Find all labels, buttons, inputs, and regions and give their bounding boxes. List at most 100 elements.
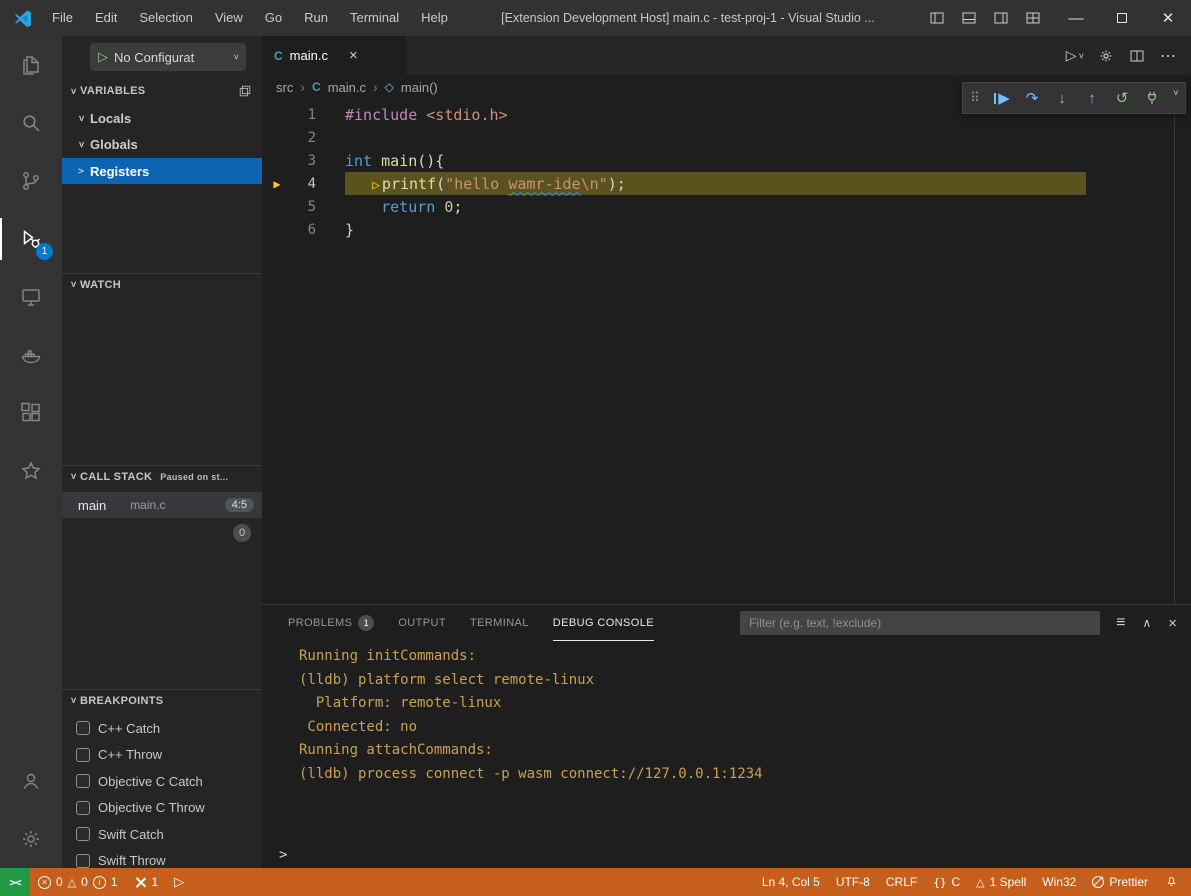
breakpoint-item[interactable]: C++ Throw — [62, 742, 262, 769]
panel-tab-problems[interactable]: PROBLEMS1 — [288, 605, 374, 641]
breakpoint-item[interactable]: Swift Catch — [62, 821, 262, 848]
run-file-icon[interactable]: ▷> — [1066, 47, 1083, 64]
panel-tab-label: DEBUG CONSOLE — [553, 617, 654, 629]
panel-tab-output[interactable]: OUTPUT — [398, 605, 446, 641]
language-mode[interactable]: {} C — [925, 868, 968, 896]
more-actions-icon[interactable]: ⋯ — [1160, 46, 1177, 66]
step-into-icon[interactable]: ↓ — [1047, 90, 1077, 107]
menu-item-view[interactable]: View — [204, 0, 254, 36]
code-line[interactable]: 5 return 0; — [262, 195, 1191, 218]
console-prompt[interactable]: > — [279, 847, 287, 863]
settings-gear-icon[interactable] — [0, 810, 62, 868]
breadcrumb-folder[interactable]: src — [276, 80, 293, 95]
platform-indicator[interactable]: Win32 — [1034, 868, 1084, 896]
extensions-icon[interactable] — [0, 384, 62, 442]
breakpoints-section-header[interactable]: > BREAKPOINTS — [62, 689, 262, 711]
breakpoint-checkbox[interactable] — [76, 827, 90, 841]
remote-indicator[interactable]: >< — [0, 868, 30, 896]
drag-grip-icon[interactable]: ⠿ — [963, 90, 987, 106]
minimize-button[interactable]: — — [1053, 0, 1099, 36]
code-token — [372, 152, 381, 170]
menu-item-run[interactable]: Run — [293, 0, 339, 36]
menu-item-edit[interactable]: Edit — [84, 0, 128, 36]
continue-icon[interactable]: ▶ — [987, 89, 1017, 107]
panel-tab-terminal[interactable]: TERMINAL — [470, 605, 529, 641]
breadcrumb-symbol[interactable]: main() — [401, 80, 438, 95]
gear-icon[interactable] — [1098, 48, 1114, 64]
current-line-arrow-icon[interactable]: ▶ — [262, 177, 292, 191]
encoding-indicator[interactable]: UTF-8 — [828, 868, 878, 896]
disconnect-plug-icon[interactable] — [1137, 90, 1167, 106]
code-line[interactable]: 6} — [262, 218, 1191, 241]
code-line[interactable]: 3int main(){ — [262, 149, 1191, 172]
console-filter-input[interactable] — [740, 611, 1100, 635]
breakpoint-checkbox[interactable] — [76, 801, 90, 815]
menu-item-go[interactable]: Go — [254, 0, 293, 36]
toggle-panel-icon[interactable] — [961, 10, 977, 26]
search-icon[interactable] — [0, 94, 62, 152]
code-editor[interactable]: 1#include <stdio.h>23int main(){▶4 ▷prin… — [262, 99, 1191, 604]
breakpoint-item[interactable]: Objective C Catch — [62, 768, 262, 795]
menu-item-help[interactable]: Help — [410, 0, 459, 36]
menu-item-file[interactable]: File — [41, 0, 84, 36]
chevron-down-icon[interactable]: > — [1170, 90, 1180, 106]
tab-main-c[interactable]: C main.c × — [262, 36, 407, 75]
call-stack-section-header[interactable]: > CALL STACK Paused on st... — [62, 465, 262, 487]
formatter-status[interactable]: Prettier — [1084, 868, 1156, 896]
start-debugging-icon[interactable]: ▷ — [98, 49, 108, 65]
explorer-icon[interactable] — [0, 36, 62, 94]
split-editor-icon[interactable] — [1129, 48, 1145, 64]
panel-tab-debug-console[interactable]: DEBUG CONSOLE — [553, 605, 654, 641]
source-control-icon[interactable] — [0, 152, 62, 210]
toggle-sidebar-icon[interactable] — [929, 10, 945, 26]
account-icon[interactable] — [0, 752, 62, 810]
diagnostics-status[interactable]: ×0 △0 i1 — [30, 868, 126, 896]
restart-icon[interactable]: ↺ — [1107, 89, 1137, 107]
breakpoint-checkbox[interactable] — [76, 748, 90, 762]
debug-config-dropdown[interactable]: ▷ No Configurat > — [90, 43, 246, 71]
watch-section-header[interactable]: > WATCH — [62, 273, 262, 295]
tools-status[interactable]: 1 — [126, 868, 167, 896]
debug-status-icon[interactable]: ▷ — [166, 868, 192, 896]
breakpoints-title: BREAKPOINTS — [80, 695, 163, 707]
breakpoint-checkbox[interactable] — [76, 774, 90, 788]
code-token: "hello — [445, 175, 508, 193]
code-line[interactable]: ▶4 ▷printf("hello wamr-ide\n"); — [262, 172, 1191, 195]
step-out-icon[interactable]: ↑ — [1077, 90, 1107, 107]
variables-scope-globals[interactable]: > Globals — [62, 132, 262, 156]
code-token: wamr-ide — [508, 175, 580, 193]
code-line[interactable]: 2 — [262, 126, 1191, 149]
breakpoint-checkbox[interactable] — [76, 721, 90, 735]
cursor-position[interactable]: Ln 4, Col 5 — [754, 868, 828, 896]
spell-checker-status[interactable]: △ 1 Spell — [968, 868, 1034, 896]
maximize-panel-icon[interactable]: ∧ — [1142, 616, 1151, 630]
call-stack-frame[interactable]: main main.c 4:5 — [62, 492, 262, 518]
problems-count-badge: 1 — [358, 615, 374, 631]
run-and-debug-icon[interactable]: 1 — [0, 210, 62, 268]
favorites-star-icon[interactable] — [0, 442, 62, 500]
eol-indicator[interactable]: CRLF — [878, 868, 925, 896]
notifications-bell-icon[interactable] — [1156, 868, 1191, 896]
docker-icon[interactable] — [0, 326, 62, 384]
code-token — [417, 106, 426, 124]
toggle-secondary-sidebar-icon[interactable] — [993, 10, 1009, 26]
step-over-icon[interactable]: ↷ — [1017, 89, 1047, 107]
variables-section-header[interactable]: > VARIABLES — [62, 80, 262, 102]
breakpoint-label: C++ Throw — [98, 747, 162, 762]
breakpoint-checkbox[interactable] — [76, 854, 90, 868]
breakpoint-item[interactable]: C++ Catch — [62, 715, 262, 742]
menu-item-terminal[interactable]: Terminal — [339, 0, 410, 36]
close-tab-icon[interactable]: × — [349, 47, 358, 64]
close-panel-icon[interactable]: × — [1168, 615, 1177, 632]
breadcrumb-file[interactable]: main.c — [328, 80, 366, 95]
maximize-button[interactable] — [1099, 0, 1145, 36]
breakpoint-item[interactable]: Objective C Throw — [62, 795, 262, 822]
filter-icon[interactable]: ≡ — [1116, 614, 1125, 632]
customize-layout-icon[interactable] — [1025, 10, 1041, 26]
remote-explorer-icon[interactable] — [0, 268, 62, 326]
variables-actions-icon[interactable] — [238, 84, 252, 98]
menu-item-selection[interactable]: Selection — [128, 0, 203, 36]
variables-scope-registers[interactable]: > Registers — [62, 158, 262, 184]
variables-scope-locals[interactable]: > Locals — [62, 106, 262, 130]
close-button[interactable]: ✕ — [1145, 0, 1191, 36]
